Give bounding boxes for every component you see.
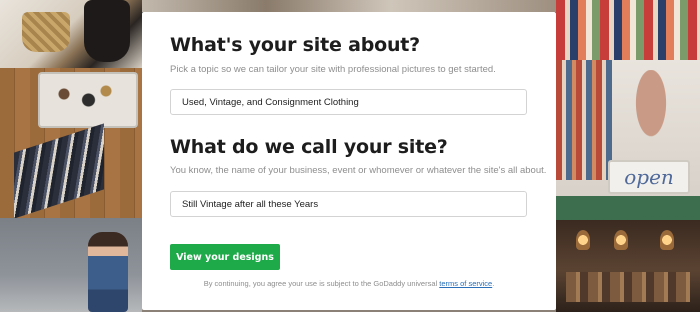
site-name-input[interactable] [170,191,527,217]
photo-shop-interior [556,220,700,312]
site-setup-card: What's your site about? Pick a topic so … [142,12,556,310]
lamp-icon [576,230,590,250]
photo-strip-top [142,0,556,12]
legal-notice: By continuing, you agree your use is sub… [142,279,556,288]
person-shape [88,232,128,312]
bag-shape [22,12,70,52]
view-designs-button[interactable]: View your designs [170,244,280,270]
lamp-icon [614,230,628,250]
photo-dresses-rack [556,0,700,60]
clothing-rack-shape [14,123,104,218]
storefront-shape [556,196,700,220]
photo-shop-floor [0,68,142,218]
photo-bag-and-dress [0,0,142,68]
photo-woman-denim [0,218,142,312]
open-sign: open [608,160,690,194]
topic-heading: What's your site about? [170,34,420,56]
lamp-icon [660,230,674,250]
legal-suffix: . [492,279,495,288]
shelf-shape [566,272,690,302]
dress-shape [84,0,130,62]
legal-text: By continuing, you agree your use is sub… [203,279,440,288]
terms-of-service-link[interactable]: terms of service [439,279,492,288]
drapes-shape [556,60,612,180]
site-name-heading: What do we call your site? [170,136,448,158]
topic-input[interactable] [170,89,527,115]
table-shape [38,72,138,128]
topic-helper-text: Pick a topic so we can tailor your site … [170,64,496,75]
site-name-helper-text: You know, the name of your business, eve… [170,165,547,176]
photo-open-sign: open [556,60,700,220]
